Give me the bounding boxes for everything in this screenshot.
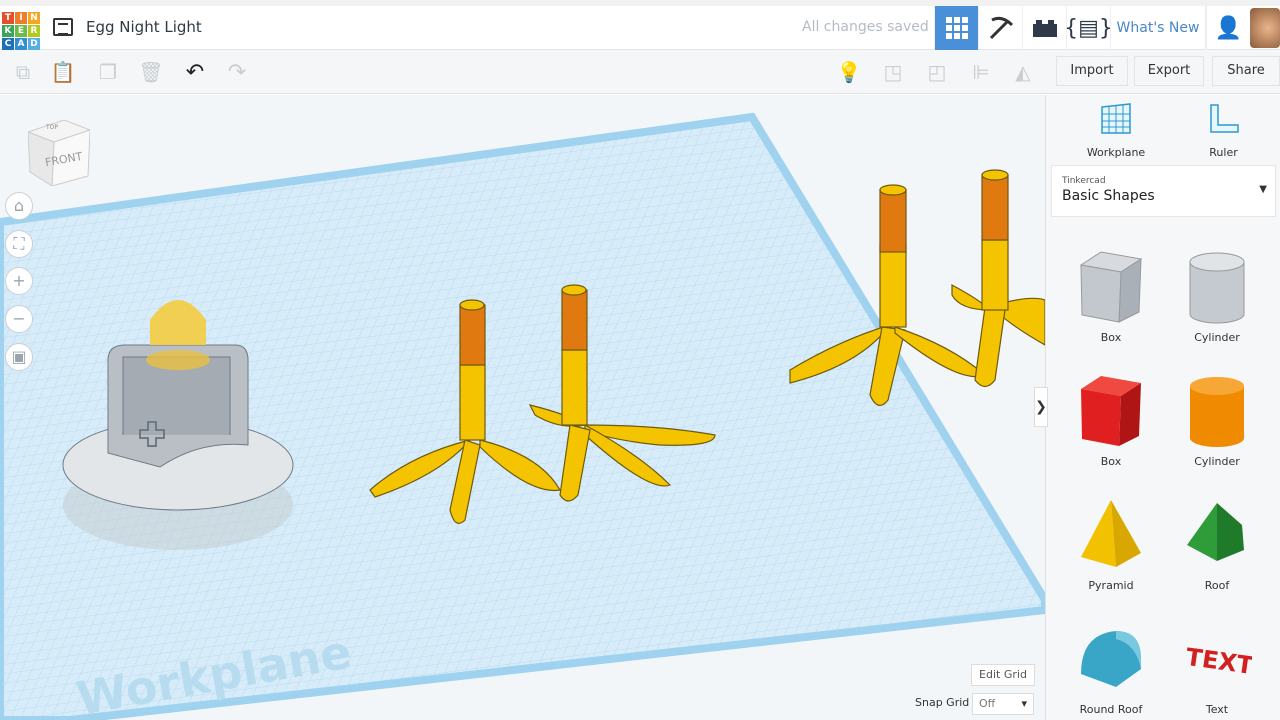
workplane-tool[interactable]: Workplane	[1076, 103, 1156, 159]
snap-grid-select[interactable]: Off ▾	[972, 693, 1034, 715]
shape-label: Box	[1100, 455, 1122, 468]
roof-icon	[1187, 503, 1244, 561]
home-view-button[interactable]: ⌂	[5, 192, 33, 220]
pyramid-icon	[1081, 500, 1141, 567]
snap-grid-value: Off	[979, 697, 996, 710]
logo-letter: K	[2, 25, 14, 37]
invite-user-button[interactable]: 👤	[1206, 6, 1250, 50]
shape-label: Text	[1205, 703, 1229, 716]
shapes-panel: Workplane Ruler Tinkercad Basic Shapes ▼…	[1034, 95, 1280, 720]
shape-box-red[interactable]: Box	[1058, 371, 1164, 468]
shape-library-select[interactable]: Tinkercad Basic Shapes ▼	[1051, 165, 1276, 217]
workplane-scene: Workplane	[0, 112, 1045, 720]
text-icon: TEXT	[1184, 643, 1252, 680]
workplane-icon	[1101, 103, 1131, 134]
shape-cylinder-orange[interactable]: Cylinder	[1164, 371, 1270, 468]
flower-stand-4[interactable]	[951, 169, 1045, 388]
add-user-icon: 👤	[1214, 15, 1243, 41]
align-icon[interactable]: ⊫	[966, 58, 996, 86]
code-braces-icon: {▤}	[1064, 15, 1113, 41]
cylinder-icon	[1190, 377, 1244, 447]
svg-text:TEXT: TEXT	[1184, 643, 1252, 680]
lego-view-button[interactable]	[1022, 6, 1066, 50]
round-roof-icon	[1081, 631, 1141, 687]
shape-label: Cylinder	[1194, 331, 1240, 344]
fit-view-button[interactable]: ⛶	[5, 230, 33, 258]
export-button[interactable]: Export	[1134, 56, 1204, 86]
group-icon[interactable]: ◳	[878, 58, 908, 86]
top-bar: T I N K E R C A D Egg Night Light All ch…	[0, 0, 1280, 50]
pickaxe-icon	[989, 16, 1013, 40]
zoom-out-button[interactable]: −	[5, 305, 33, 333]
lightbulb-icon[interactable]: 💡	[834, 58, 864, 86]
tinkercad-logo[interactable]: T I N K E R C A D	[2, 12, 40, 50]
logo-letter: I	[15, 12, 27, 24]
ruler-icon	[1209, 104, 1239, 133]
ruler-label: Ruler	[1209, 146, 1238, 159]
shape-label: Roof	[1204, 579, 1230, 592]
paste-icon[interactable]: 📋	[48, 58, 78, 86]
ortho-view-button[interactable]: ▣	[5, 343, 33, 371]
library-name: Basic Shapes	[1062, 188, 1155, 204]
shape-round-roof[interactable]: Round Roof	[1058, 619, 1164, 716]
ruler-tool[interactable]: Ruler	[1186, 103, 1261, 159]
workplane-label: Workplane	[1086, 146, 1146, 159]
import-button[interactable]: Import	[1056, 56, 1128, 86]
logo-letter: D	[28, 38, 40, 50]
redo-icon[interactable]: ↷	[222, 58, 252, 86]
3d-viewport[interactable]: Workplane TOP FRONT ⌂ ⛶ + − ▣ Edit Grid …	[0, 95, 1045, 720]
save-status: All changes saved	[802, 19, 929, 35]
edit-toolbar: ⧉ 📋 ❐ 🗑 ↶ ↷ 💡 ◳ ◰ ⊫ ◭ Import Export Shar…	[0, 50, 1280, 94]
duplicate-icon[interactable]: ❐	[93, 58, 123, 86]
dropdown-caret-icon: ▾	[1021, 697, 1027, 710]
minecraft-view-button[interactable]	[978, 6, 1022, 50]
shape-label: Pyramid	[1088, 579, 1134, 592]
box-icon	[1081, 376, 1141, 446]
whats-new-link[interactable]: What's New	[1110, 6, 1206, 50]
view-cube[interactable]: TOP FRONT	[26, 119, 92, 187]
shape-label: Cylinder	[1194, 455, 1240, 468]
panel-collapse-button[interactable]: ❯	[1034, 387, 1048, 427]
copy-icon[interactable]: ⧉	[8, 58, 38, 86]
shape-label: Round Roof	[1079, 703, 1143, 716]
dropdown-caret-icon: ▼	[1259, 184, 1267, 195]
undo-icon[interactable]: ↶	[180, 58, 210, 86]
view-cube-top: TOP	[46, 124, 59, 131]
codeblocks-button[interactable]: {▤}	[1064, 6, 1113, 50]
box-icon	[1079, 251, 1143, 323]
design-title[interactable]: Egg Night Light	[86, 18, 202, 36]
avatar[interactable]	[1250, 8, 1280, 48]
zoom-in-button[interactable]: +	[5, 267, 33, 295]
delete-icon[interactable]: 🗑	[136, 58, 166, 86]
share-button[interactable]: Share	[1212, 56, 1280, 86]
shape-cylinder-gray[interactable]: Cylinder	[1164, 247, 1270, 344]
snap-grid-label: Snap Grid	[915, 696, 970, 709]
shape-label: Box	[1100, 331, 1122, 344]
shape-text[interactable]: TEXT Text	[1164, 619, 1270, 716]
design-list-icon[interactable]	[53, 18, 73, 36]
logo-letter: C	[2, 38, 14, 50]
shape-box-gray[interactable]: Box	[1058, 247, 1164, 344]
mirror-icon[interactable]: ◭	[1008, 58, 1038, 86]
logo-letter: T	[2, 12, 14, 24]
library-source: Tinkercad	[1062, 176, 1106, 186]
logo-letter: R	[28, 25, 40, 37]
shape-roof[interactable]: Roof	[1164, 495, 1270, 592]
brick-icon	[1032, 20, 1057, 37]
ungroup-icon[interactable]: ◰	[922, 58, 952, 86]
logo-letter: N	[28, 12, 40, 24]
edit-grid-button[interactable]: Edit Grid	[971, 664, 1035, 686]
3d-design-view-button[interactable]	[934, 6, 978, 50]
cylinder-icon	[1189, 252, 1245, 324]
logo-letter: A	[15, 38, 27, 50]
shape-pyramid[interactable]: Pyramid	[1058, 495, 1164, 592]
logo-letter: E	[15, 25, 27, 37]
grid-icon	[945, 17, 968, 39]
